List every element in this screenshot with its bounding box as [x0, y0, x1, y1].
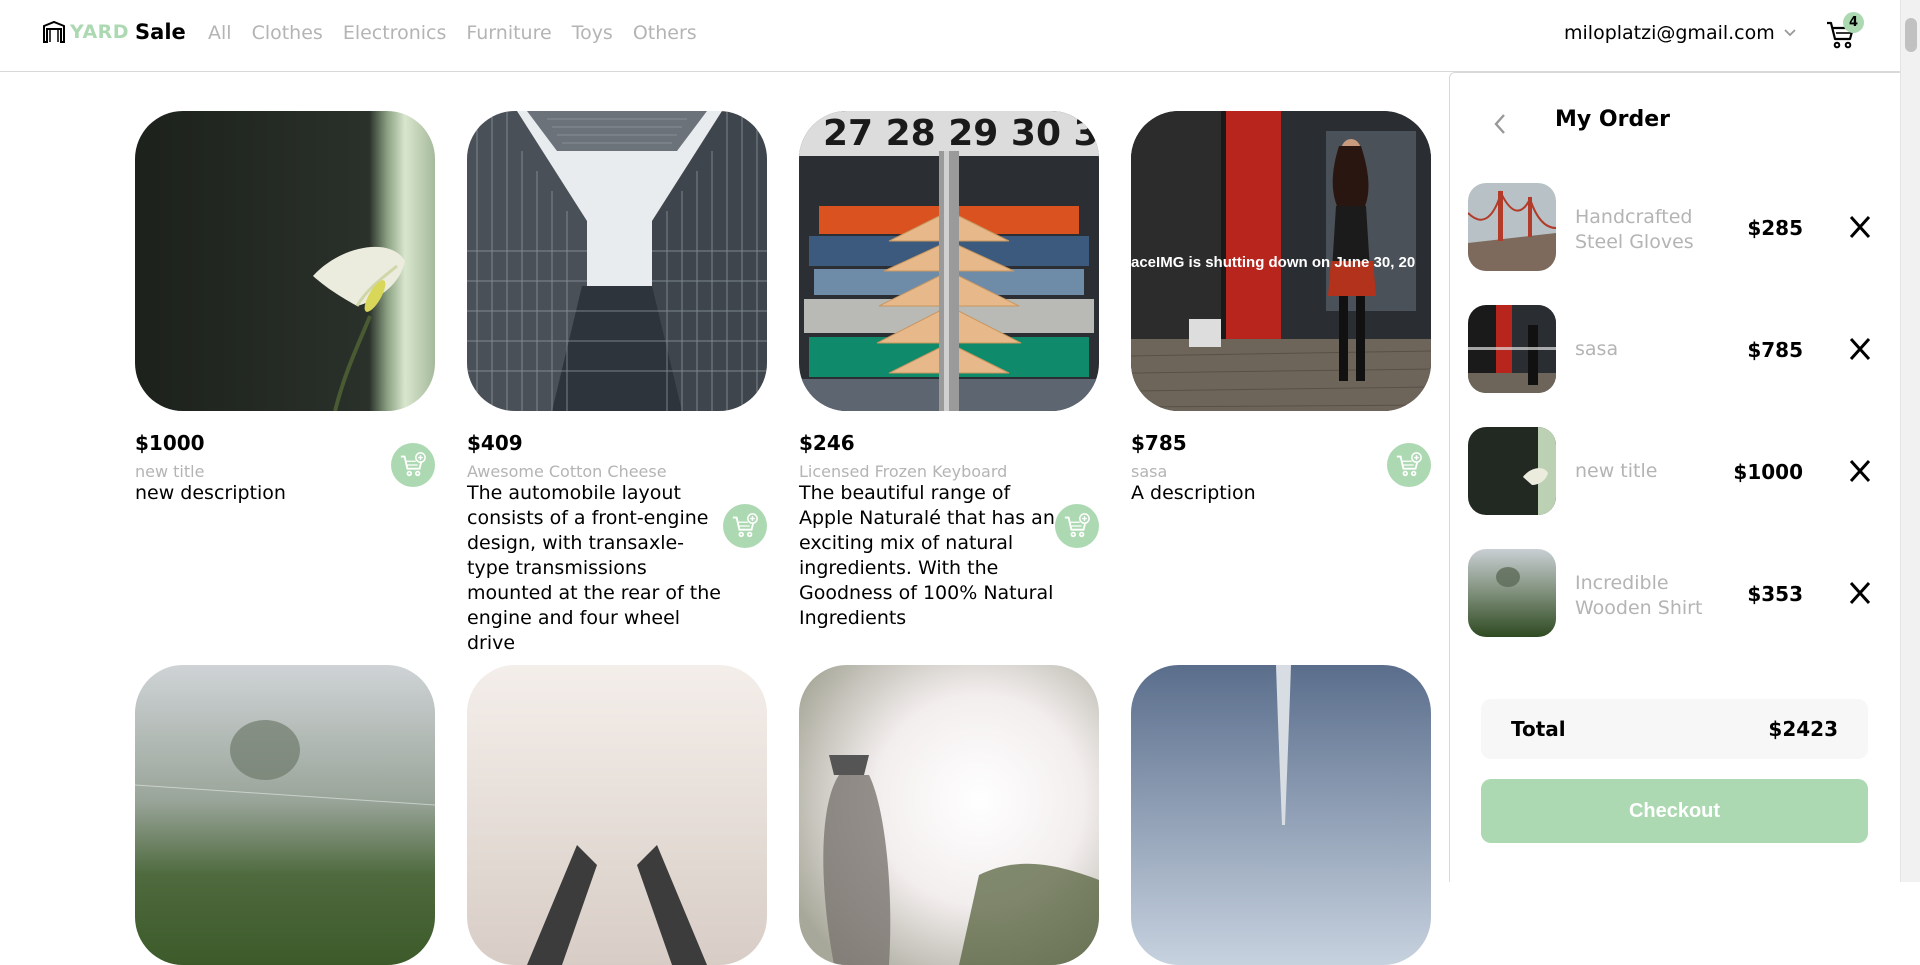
page-scrollbar[interactable] [1900, 0, 1920, 882]
man-sunlight-photo [799, 665, 1099, 965]
product-card[interactable]: $1000 new title new description [135, 111, 435, 506]
order-item: new title $1000 [1468, 427, 1878, 515]
product-image[interactable] [1131, 665, 1431, 965]
product-image[interactable] [799, 665, 1099, 965]
clothing-rack-photo: 27 28 29 30 3 [799, 111, 1099, 411]
order-item-image [1468, 183, 1556, 271]
product-title: new title [135, 462, 205, 481]
remove-item-icon[interactable] [1848, 213, 1872, 241]
nav-others[interactable]: Others [633, 22, 697, 44]
product-image[interactable] [467, 665, 767, 965]
my-order-panel: My Order Handcrafted Steel Gloves $285 s… [1449, 72, 1900, 882]
nav-clothes[interactable]: Clothes [252, 22, 323, 44]
order-item: Incredible Wooden Shirt $353 [1468, 549, 1878, 637]
order-item: sasa $785 [1468, 305, 1878, 393]
add-to-cart-icon [1396, 452, 1422, 477]
product-info: $246 Licensed Frozen Keyboard The beauti… [799, 431, 1099, 631]
product-image[interactable] [135, 665, 435, 965]
golden-gate-photo [1468, 183, 1556, 271]
account-menu[interactable]: miloplatzi@gmail.com [1564, 22, 1797, 44]
add-to-cart-icon [1064, 513, 1090, 538]
add-to-cart-icon [732, 513, 758, 538]
product-price: $1000 [135, 431, 205, 455]
product-price: $785 [1131, 431, 1187, 455]
store-logo-icon [43, 20, 65, 43]
product-image[interactable] [467, 111, 767, 411]
order-item-name: Incredible Wooden Shirt [1575, 572, 1703, 619]
product-card[interactable]: 27 28 29 30 3 $246 Licensed Frozen Keybo… [799, 111, 1099, 631]
product-card[interactable] [1131, 665, 1431, 965]
product-info: $1000 new title new description [135, 431, 435, 506]
order-item-image [1468, 305, 1556, 393]
nav-toys[interactable]: Toys [572, 22, 613, 44]
nav-all[interactable]: All [208, 22, 232, 44]
order-item-name: Handcrafted Steel Gloves [1575, 206, 1694, 253]
order-item-price: $785 [1747, 338, 1803, 362]
account-email[interactable]: miloplatzi@gmail.com [1564, 22, 1775, 44]
add-to-cart-button[interactable] [723, 504, 767, 548]
product-price: $246 [799, 431, 855, 455]
product-title: Licensed Frozen Keyboard [799, 462, 1008, 481]
remove-item-icon[interactable] [1848, 457, 1872, 485]
order-item: Handcrafted Steel Gloves $285 [1468, 183, 1878, 271]
add-to-cart-button[interactable] [391, 443, 435, 487]
top-nav-bar: YARD Sale All Clothes Electronics Furnit… [0, 0, 1900, 72]
order-item-name: new title [1575, 460, 1658, 482]
woman-street-thumb [1468, 305, 1556, 393]
product-image[interactable]: 27 28 29 30 3 [799, 111, 1099, 411]
add-to-cart-button[interactable] [1055, 504, 1099, 548]
misty-field-photo [135, 665, 435, 965]
nav-furniture[interactable]: Furniture [466, 22, 551, 44]
total-label: Total [1511, 717, 1566, 741]
product-description: new description [135, 482, 286, 504]
order-total: Total $2423 [1481, 699, 1868, 759]
woman-street-photo: aceIMG is shutting down on June 30, 20 [1131, 111, 1431, 411]
category-nav: All Clothes Electronics Furniture Toys O… [208, 22, 697, 44]
nav-electronics[interactable]: Electronics [343, 22, 447, 44]
cart-count-badge: 4 [1843, 12, 1864, 33]
product-card[interactable] [467, 665, 767, 965]
product-image[interactable]: aceIMG is shutting down on June 30, 20 [1131, 111, 1431, 411]
order-item-name: sasa [1575, 338, 1619, 360]
total-value: $2423 [1768, 717, 1838, 741]
calla-lily-photo [135, 111, 435, 411]
product-card[interactable]: $409 Awesome Cotton Cheese The automobil… [467, 111, 767, 656]
chevron-down-icon[interactable] [1783, 26, 1797, 40]
misty-field-thumb [1468, 549, 1556, 637]
product-description: The beautiful range of Apple Naturalé th… [799, 482, 1055, 629]
product-card[interactable] [799, 665, 1099, 965]
remove-item-icon[interactable] [1848, 579, 1872, 607]
calla-lily-thumb [1468, 427, 1556, 515]
remove-item-icon[interactable] [1848, 335, 1872, 363]
back-arrow-icon[interactable] [1490, 109, 1510, 139]
order-item-image [1468, 427, 1556, 515]
order-item-price: $1000 [1733, 460, 1803, 484]
checkout-button[interactable]: Checkout [1481, 779, 1868, 843]
product-card[interactable]: aceIMG is shutting down on June 30, 20 $… [1131, 111, 1431, 506]
scrollbar-thumb[interactable] [1905, 18, 1917, 52]
image-overlay-text: aceIMG is shutting down on June 30, 20 [1131, 254, 1415, 271]
add-to-cart-button[interactable] [1387, 443, 1431, 487]
order-panel-title: My Order [1555, 107, 1670, 132]
product-image[interactable] [135, 111, 435, 411]
add-to-cart-icon [400, 452, 426, 477]
logo-sale-text: Sale [135, 20, 186, 44]
logo[interactable]: YARD Sale [42, 20, 186, 44]
foggy-bridge-photo [467, 665, 767, 965]
order-item-image [1468, 549, 1556, 637]
product-description: The automobile layout consists of a fron… [467, 482, 721, 654]
product-title: Awesome Cotton Cheese [467, 462, 667, 481]
product-price: $409 [467, 431, 523, 455]
arch-sky-photo [1131, 665, 1431, 965]
product-info: $409 Awesome Cotton Cheese The automobil… [467, 431, 767, 656]
product-card[interactable] [135, 665, 435, 965]
rack-size-labels: 27 28 29 30 3 [823, 113, 1099, 154]
order-item-price: $285 [1747, 216, 1803, 240]
product-title: sasa [1131, 462, 1168, 481]
logo-yard-text: YARD [70, 21, 130, 43]
product-description: A description [1131, 482, 1256, 504]
skyscrapers-photo [467, 111, 767, 411]
product-info: $785 sasa A description [1131, 431, 1431, 506]
order-item-price: $353 [1747, 582, 1803, 606]
